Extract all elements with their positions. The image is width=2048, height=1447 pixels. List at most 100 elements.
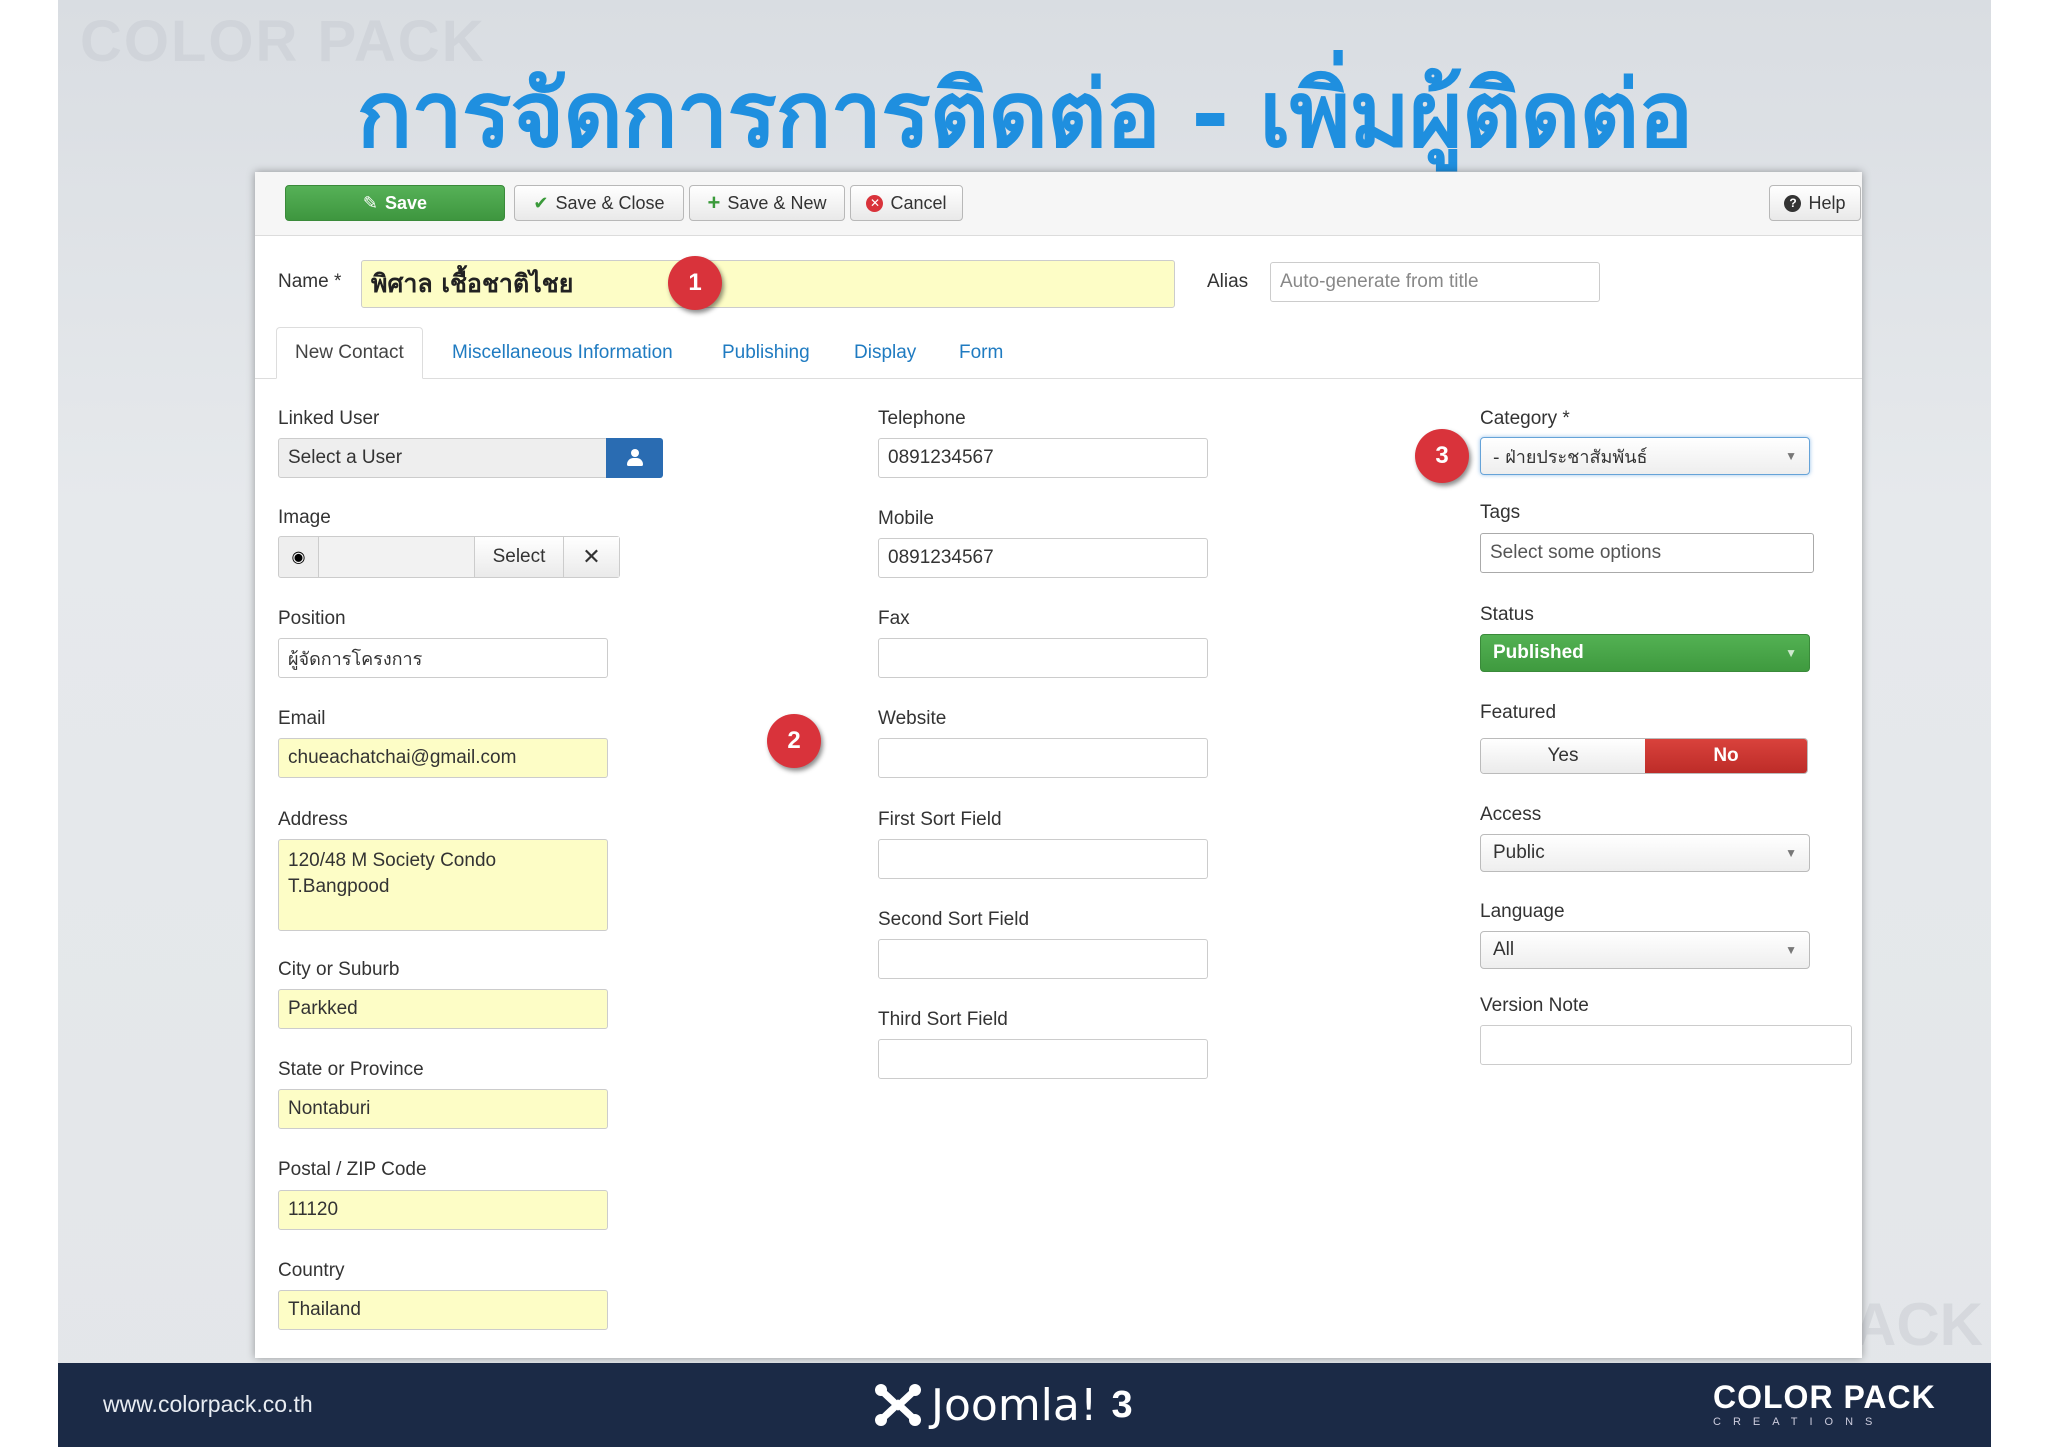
tab-display[interactable]: Display [854,327,916,379]
country-label: Country [278,1260,345,1281]
featured-label: Featured [1480,702,1557,723]
joomla-logo: Joomla! 3 [871,1378,1133,1432]
name-label: Name * [278,271,342,292]
question-icon: ? [1784,194,1802,212]
language-value: All [1493,939,1515,960]
x-icon[interactable]: ✕ [564,537,619,577]
address-line-2: T.Bangpood [288,876,390,897]
tab-miscellaneous-information[interactable]: Miscellaneous Information [452,327,673,379]
second-sort-input[interactable] [878,939,1208,979]
toolbar: ✎ Save ✔ Save & Close + Save & New ✕ Can… [255,172,1862,236]
first-sort-label: First Sort Field [878,809,1002,830]
email-label: Email [278,708,326,729]
mobile-input[interactable]: 0891234567 [878,538,1208,578]
featured-toggle: Yes No [1480,738,1808,774]
image-field: ◉ Select ✕ [278,536,620,578]
eye-icon[interactable]: ◉ [279,537,319,577]
language-label: Language [1480,901,1565,922]
alias-input[interactable]: Auto-generate from title [1270,262,1600,302]
mobile-label: Mobile [878,508,934,529]
colorpack-subtitle: CREATIONS [1713,1416,1885,1428]
edit-icon: ✎ [362,193,379,213]
save-label: Save [385,192,428,213]
slide-footer: www.colorpack.co.th Joomla! 3 COLOR PACK… [58,1363,1991,1447]
image-label: Image [278,507,331,528]
status-label: Status [1480,604,1534,625]
chevron-down-icon: ▼ [1785,846,1797,860]
email-input[interactable]: chueachatchai@gmail.com [278,738,608,778]
first-sort-input[interactable] [878,839,1208,879]
tab-new-contact[interactable]: New Contact [276,327,423,379]
save-close-label: Save & Close [555,192,665,213]
position-input[interactable]: ผู้จัดการโครงการ [278,638,608,678]
contact-edit-panel: ✎ Save ✔ Save & Close + Save & New ✕ Can… [255,172,1862,1358]
fax-input[interactable] [878,638,1208,678]
linked-user-field[interactable]: Select a User [278,438,608,478]
address-label: Address [278,809,348,830]
address-line-1: 120/48 M Society Condo [288,850,497,871]
alias-label: Alias [1207,271,1249,292]
website-input[interactable] [878,738,1208,778]
save-new-label: Save & New [727,192,827,213]
access-value: Public [1493,842,1545,863]
select-user-button[interactable] [606,438,663,478]
chevron-down-icon: ▼ [1785,449,1797,463]
joomla-version: 3 [1111,1383,1133,1426]
callout-badge-3: 3 [1415,429,1469,483]
name-input[interactable]: พิศาล เชื้อชาติไชย [361,260,1175,308]
category-select[interactable]: - ฝ่ายประชาสัมพันธ์ ▼ [1480,437,1810,475]
access-select[interactable]: Public ▼ [1480,834,1810,872]
colorpack-logo: COLOR PACK CREATIONS [1713,1379,1953,1428]
colorpack-wordmark: COLOR PACK [1713,1379,1936,1415]
state-input[interactable]: Nontaburi [278,1089,608,1129]
language-select[interactable]: All ▼ [1480,931,1810,969]
check-icon: ✔ [533,193,549,213]
status-value: Published [1493,642,1584,663]
telephone-label: Telephone [878,408,966,429]
tab-publishing[interactable]: Publishing [722,327,810,379]
chevron-down-icon: ▼ [1785,943,1797,957]
tags-input[interactable]: Select some options [1480,533,1814,573]
image-select-button[interactable]: Select [474,537,564,577]
category-label: Category * [1480,408,1570,429]
website-label: Website [878,708,947,729]
help-label: Help [1808,192,1846,213]
footer-url: www.colorpack.co.th [103,1391,313,1417]
slide-title: การจัดการการติดต่อ - เพิ่มผู้ติดต่อ [356,61,1694,168]
version-note-label: Version Note [1480,995,1589,1016]
tab-form[interactable]: Form [959,327,1003,379]
featured-yes-button[interactable]: Yes [1481,739,1645,773]
fax-label: Fax [878,608,910,629]
callout-badge-1: 1 [668,256,722,310]
telephone-input[interactable]: 0891234567 [878,438,1208,478]
chevron-down-icon: ▼ [1785,646,1797,660]
save-button[interactable]: ✎ Save [285,185,505,221]
state-label: State or Province [278,1059,424,1080]
image-path-input[interactable] [319,537,474,577]
second-sort-label: Second Sort Field [878,909,1030,930]
save-new-button[interactable]: + Save & New [689,185,845,221]
cancel-button[interactable]: ✕ Cancel [850,185,963,221]
joomla-wordmark: Joomla! [931,1379,1098,1431]
third-sort-input[interactable] [878,1039,1208,1079]
access-label: Access [1480,804,1542,825]
postal-input[interactable]: 11120 [278,1190,608,1230]
city-label: City or Suburb [278,959,400,980]
version-note-input[interactable] [1480,1025,1852,1065]
help-button[interactable]: ? Help [1769,185,1861,221]
linked-user-label: Linked User [278,408,380,429]
cancel-circle-icon: ✕ [866,194,884,212]
callout-badge-2: 2 [767,714,821,768]
featured-no-button[interactable]: No [1645,739,1807,773]
joomla-icon [875,1384,921,1426]
category-value: - ฝ่ายประชาสัมพันธ์ [1493,446,1648,468]
plus-icon: + [707,190,721,215]
country-input[interactable]: Thailand [278,1290,608,1330]
cancel-label: Cancel [890,192,947,213]
address-textarea[interactable]: 120/48 M Society Condo T.Bangpood [278,839,608,931]
slide: COLOR PACK PACK การจัดการการติดต่อ - เพิ… [58,0,1991,1447]
third-sort-label: Third Sort Field [878,1009,1008,1030]
city-input[interactable]: Parkked [278,989,608,1029]
status-select[interactable]: Published ▼ [1480,634,1810,672]
save-close-button[interactable]: ✔ Save & Close [514,185,684,221]
